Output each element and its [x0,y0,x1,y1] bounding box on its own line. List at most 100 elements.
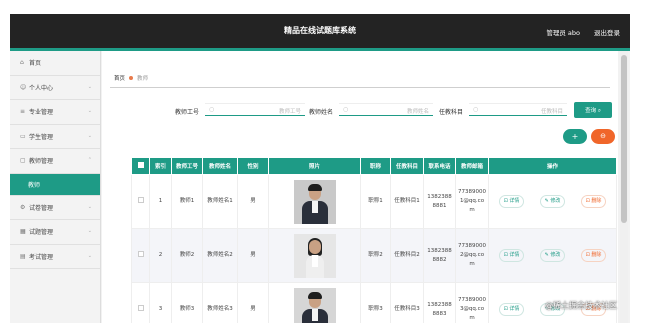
cell-photo [268,282,361,323]
cell-email: 773890002@qq.com [455,228,489,283]
cell-actions: ⊡ 详情 ✎ 修改 ⊡ 删除 [488,174,617,229]
column-header: 操作 [488,157,617,175]
sidebar-item-profile[interactable]: ☺ 个人中心 ⌄ [10,76,100,100]
chevron-down-icon: ⌄ [87,108,92,114]
teacher-id-label: 教师工号 [175,109,200,116]
cell-title: 职称3 [360,282,391,323]
chevron-down-icon: ⌄ [87,132,92,139]
chevron-down-icon: ⌄ [87,228,92,234]
cell-teacher-id: 教师3 [171,282,203,323]
cell-email: 773890001@qq.com [455,174,489,229]
cell-subject: 任教科目2 [390,228,424,283]
sidebar-item-students[interactable]: ▭ 学生管理 ⌄ [10,125,100,149]
chevron-down-icon: ⌄ [87,203,92,210]
cell-index: 3 [149,282,172,323]
teacher-name-input[interactable]: ○ 教师姓名 [339,103,433,116]
batch-delete-button[interactable]: ⊖ [591,129,615,144]
detail-button[interactable]: ⊡ 详情 [498,195,525,208]
column-header: 索引 [149,157,172,175]
row-checkbox[interactable] [131,282,150,323]
sidebar-item-exams[interactable]: ▤ 考试管理 ⌄ [10,245,100,269]
add-button[interactable]: + [563,129,587,144]
cell-title: 职称2 [360,228,391,283]
cell-teacher-id: 教师1 [171,174,203,229]
cell-index: 2 [149,228,172,283]
cell-title: 职称1 [360,174,391,229]
top-bar: 精品在线试题库系统 管理员 abo 退出登录 [10,14,630,48]
sidebar-item-majors[interactable]: ≡ 专业管理 ⌄ [10,100,100,125]
chevron-down-icon: ⌄ [87,83,92,90]
chevron-down-icon: ⌄ [87,252,92,259]
subject-input[interactable]: ○ 任教科目 [469,103,567,116]
teacher-name-label: 教师姓名 [309,109,334,116]
sidebar-item-label: 学生管理 [29,133,54,141]
column-header: 联系电话 [423,157,456,175]
subject-placeholder: 任教科目 [540,109,563,115]
scrollbar-thumb[interactable] [621,55,627,223]
doc-icon: ▤ [20,252,26,260]
sidebar-item-label: 教师管理 [29,158,54,166]
cell-phone: 13823888883 [423,282,456,323]
app-window: 精品在线试题库系统 管理员 abo 退出登录 ⌂ 首页 ☺ 个人中心 ⌄ ≡ 专… [10,14,630,323]
search-button[interactable]: 查询 ⌕ [574,102,612,118]
subject-label: 任教科目 [439,109,464,116]
teacher-photo[interactable] [293,233,336,278]
cell-email: 773890003@qq.com [455,282,489,323]
detail-button[interactable]: ⊡ 详情 [498,249,525,262]
teacher-id-input[interactable]: ○ 教师工号 [205,103,305,116]
sidebar-item-label: 个人中心 [29,84,54,92]
list-icon: ≡ [20,108,26,116]
row-checkbox[interactable] [131,228,150,283]
column-header: 照片 [268,157,361,175]
sidebar-item-label: 专业管理 [29,109,54,117]
detail-button[interactable]: ⊡ 详情 [498,303,525,316]
sidebar-item-questions[interactable]: ▦ 试题管理 ⌄ [10,220,100,245]
cell-subject: 任教科目1 [390,174,424,229]
column-header: 性别 [237,157,269,175]
row-checkbox[interactable] [131,174,150,229]
column-header: 任教科目 [390,157,424,175]
breadcrumb: 首页 教师 [114,74,148,82]
edit-button[interactable]: ✎ 修改 [539,195,566,208]
breadcrumb-dot-icon [129,76,134,80]
cell-phone: 13823888881 [423,174,456,229]
cell-phone: 13823888882 [423,228,456,283]
sidebar-item-home[interactable]: ⌂ 首页 [10,51,100,76]
sidebar-subitem-teacher[interactable]: 教师 [10,173,100,196]
sidebar-item-label: 试题管理 [29,229,54,237]
column-header: 教师邮箱 [455,157,489,175]
select-all-checkbox[interactable] [131,157,150,175]
teacher-name-placeholder: 教师姓名 [406,109,429,115]
breadcrumb-home[interactable]: 首页 [114,76,125,82]
teacher-photo[interactable] [293,287,336,323]
teacher-id-placeholder: 教师工号 [278,109,301,115]
sidebar-item-label: 考试管理 [29,253,54,261]
cell-teacher-name: 教师姓名1 [202,174,238,229]
sidebar-item-papers[interactable]: ⚙ 试卷管理 ⌄ [10,196,100,220]
logout-link[interactable]: 退出登录 [594,27,620,37]
cell-actions: ⊡ 详情 ✎ 修改 ⊡ 删除 [488,228,617,283]
search-icon: ○ [209,106,215,113]
main-content: 首页 教师 教师工号 ○ 教师工号 教师姓名 ○ 教师姓名 任教科目 ○ 任教科目… [102,51,618,323]
home-icon: ⌂ [20,59,24,67]
divider [110,87,610,88]
sidebar-item-teachers[interactable]: ▢ 教师管理 ⌃ [10,149,100,174]
vertical-scrollbar[interactable] [620,51,628,323]
sidebar-item-label: 试卷管理 [29,204,54,212]
sidebar: ⌂ 首页 ☺ 个人中心 ⌄ ≡ 专业管理 ⌄ ▭ 学生管理 ⌄ ▢ 教师管理 ⌃… [10,51,101,323]
table-row: 2 教师2 教师姓名2 男 职称2 任教科目2 13823888882 7738… [131,228,617,283]
delete-button[interactable]: ⊡ 删除 [580,195,607,208]
cell-gender: 男 [237,282,269,323]
chevron-up-icon: ⌃ [87,157,92,163]
table-row: 1 教师1 教师姓名1 男 职称1 任教科目1 13823888881 7738… [131,174,617,229]
table-header: 索引 教师工号 教师姓名 性别 照片 职称 任教科目 联系电话 教师邮箱 操作 [131,157,617,175]
teacher-photo[interactable] [293,179,336,224]
edit-button[interactable]: ✎ 修改 [539,249,566,262]
cell-teacher-name: 教师姓名3 [202,282,238,323]
breadcrumb-current: 教师 [137,76,149,82]
delete-button[interactable]: ⊡ 删除 [580,249,607,262]
column-header: 职称 [360,157,391,175]
teacher-table: 索引 教师工号 教师姓名 性别 照片 职称 任教科目 联系电话 教师邮箱 操作 … [131,157,617,323]
chat-icon: ▢ [20,157,26,165]
cell-photo [268,174,361,229]
